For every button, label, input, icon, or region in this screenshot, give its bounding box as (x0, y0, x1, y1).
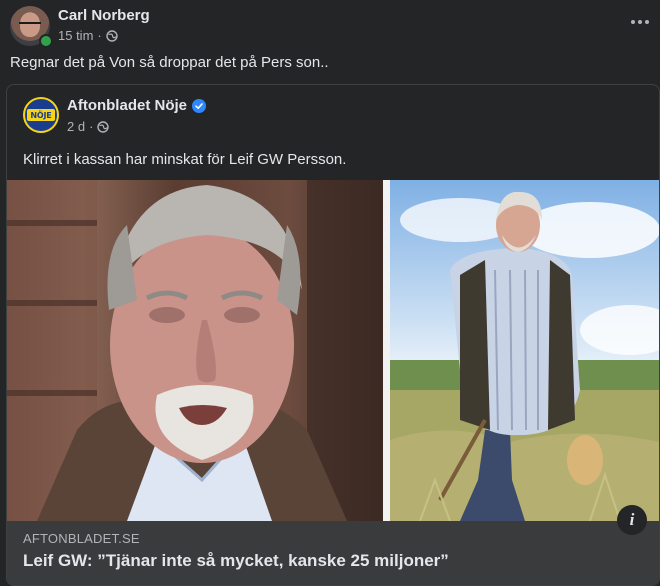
page-logo: NÖJE (27, 109, 55, 121)
page-name[interactable]: Aftonbladet Nöje (67, 97, 187, 114)
shared-time[interactable]: 2 d (67, 119, 85, 134)
online-status-dot (39, 34, 53, 48)
page-logo-text: NÖJE (30, 110, 52, 120)
author-name[interactable]: Carl Norberg (58, 7, 150, 24)
avatar-glasses (19, 22, 41, 29)
link-image[interactable] (7, 180, 659, 521)
field-photo (390, 180, 659, 521)
link-domain: AFTONBLADET.SE (23, 531, 140, 546)
post-header: Carl Norberg 15 tim · (10, 6, 652, 48)
post-time[interactable]: 15 tim (58, 28, 93, 43)
globe-icon (97, 120, 110, 133)
post-text: Regnar det på Von så droppar det på Pers… (10, 54, 329, 71)
more-options-icon[interactable] (628, 12, 652, 32)
shared-post-card[interactable]: NÖJE Aftonbladet Nöje 2 d · Klirret i ka… (6, 84, 660, 586)
shared-meta-separator: · (89, 119, 94, 134)
shared-page-name: Aftonbladet Nöje (67, 97, 206, 114)
more-dot (638, 20, 642, 24)
more-dot (645, 20, 649, 24)
verified-badge-icon (192, 98, 206, 113)
link-title[interactable]: Leif GW: ”Tjänar inte så mycket, kanske … (23, 551, 449, 571)
link-preview-footer[interactable]: i AFTONBLADET.SE Leif GW: ”Tjänar inte s… (7, 505, 659, 585)
more-dot (631, 20, 635, 24)
meta-separator: · (97, 28, 102, 43)
page-avatar[interactable]: NÖJE (23, 97, 59, 133)
globe-icon (106, 29, 118, 42)
shared-meta: 2 d · (67, 119, 110, 134)
info-icon[interactable]: i (617, 505, 647, 535)
post-meta: 15 tim · (58, 28, 118, 43)
portrait-photo (7, 180, 383, 521)
shared-text: Klirret i kassan har minskat för Leif GW… (23, 151, 347, 168)
